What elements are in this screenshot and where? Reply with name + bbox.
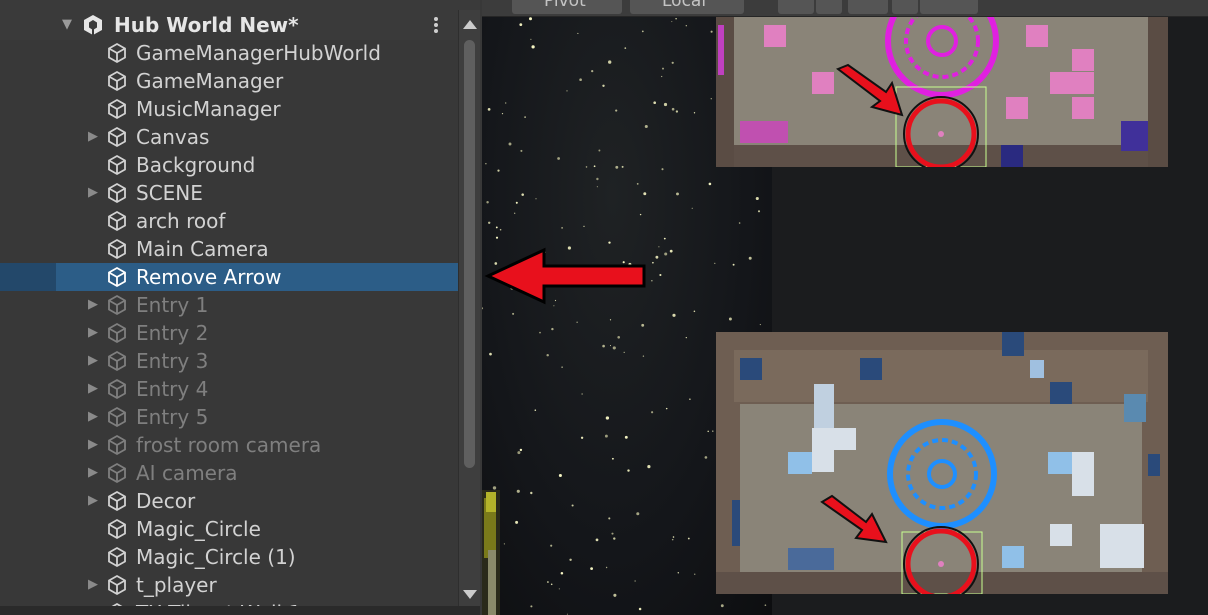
gameobject-cube-icon	[106, 434, 128, 456]
scroll-down-icon[interactable]	[463, 590, 477, 599]
expand-arrow-icon[interactable]: ▶	[86, 130, 100, 144]
snap-dropdown[interactable]	[816, 0, 842, 14]
expand-arrow-icon[interactable]: ▶	[86, 326, 100, 340]
pivot-dropdown[interactable]: Pivot	[512, 0, 622, 14]
tree-item-label: Entry 2	[136, 321, 209, 345]
unity-scene-icon	[84, 15, 102, 35]
magic-room-top	[716, 17, 1168, 167]
tree-item-label: Magic_Circle	[136, 517, 261, 541]
tree-item[interactable]: Main Camera	[0, 235, 458, 263]
scroll-up-icon[interactable]	[463, 20, 477, 29]
gameobject-cube-icon	[106, 490, 128, 512]
hierarchy-scrollbar[interactable]	[458, 10, 480, 606]
snap-grid-button[interactable]	[778, 0, 814, 14]
expand-arrow-icon[interactable]: ▶	[86, 466, 100, 480]
expand-arrow-icon[interactable]: ▼	[60, 18, 74, 32]
tree-item-label: MusicManager	[136, 97, 281, 121]
tree-item[interactable]: GameManager	[0, 67, 458, 95]
tree-item[interactable]: ▶ Entry 5	[0, 403, 458, 431]
expand-arrow-icon[interactable]: ▶	[86, 382, 100, 396]
foliage-sprite	[482, 490, 500, 615]
tree-item-label: Background	[136, 153, 256, 177]
tree-item[interactable]: MusicManager	[0, 95, 458, 123]
tree-item[interactable]: Background	[0, 151, 458, 179]
gameobject-cube-icon	[106, 322, 128, 344]
tree-item-label: GameManagerHubWorld	[136, 41, 381, 65]
tree-item-label: Entry 3	[136, 349, 209, 373]
scene-root-row[interactable]: ▼ Hub World New*	[0, 10, 458, 40]
expand-arrow-icon[interactable]: ▶	[86, 298, 100, 312]
tree-item[interactable]: arch roof	[0, 207, 458, 235]
gameobject-cube-icon	[106, 378, 128, 400]
tree-item-label: arch roof	[136, 209, 226, 233]
expand-arrow-icon[interactable]: ▶	[86, 186, 100, 200]
tree-item-label: Decor	[136, 489, 196, 513]
tree-item[interactable]: Magic_Circle	[0, 515, 458, 543]
remove-arrow-sprite	[484, 247, 646, 305]
gameobject-cube-icon	[106, 266, 128, 288]
tree-item-label: frost room camera	[136, 433, 322, 457]
gameobject-cube-icon	[106, 182, 128, 204]
local-label: Local	[662, 0, 707, 11]
expand-arrow-icon[interactable]: ▶	[86, 410, 100, 424]
tree-item-label: Entry 5	[136, 405, 209, 429]
scene-toolbar: Pivot Local	[482, 0, 1208, 17]
expand-arrow-icon[interactable]: ▶	[86, 578, 100, 592]
tree-item-label: GameManager	[136, 69, 284, 93]
tree-item[interactable]: Magic_Circle (1)	[0, 543, 458, 571]
tree-item[interactable]: ▶ Entry 2	[0, 319, 458, 347]
gameobject-cube-icon	[106, 574, 128, 596]
gameobject-cube-icon	[106, 126, 128, 148]
gameobject-cube-icon	[106, 462, 128, 484]
increment-snap-button[interactable]	[848, 0, 888, 14]
tree-item-label: Magic_Circle (1)	[136, 545, 296, 569]
gameobject-cube-icon	[106, 98, 128, 120]
tree-item[interactable]: ▶ Canvas	[0, 123, 458, 151]
scroll-thumb[interactable]	[464, 40, 475, 468]
tree-item-label: Entry 1	[136, 293, 209, 317]
tree-item-label: Entry 4	[136, 377, 209, 401]
gameobject-cube-icon	[106, 294, 128, 316]
local-dropdown[interactable]: Local	[630, 0, 744, 14]
grid-visual-button[interactable]	[920, 0, 978, 14]
expand-arrow-icon[interactable]: ▶	[86, 354, 100, 368]
gameobject-cube-icon	[106, 238, 128, 260]
tree-item-label: SCENE	[136, 181, 203, 205]
selection-gutter	[0, 263, 56, 291]
gameobject-cube-icon	[106, 518, 128, 540]
tree-item-label: Canvas	[136, 125, 210, 149]
tree-item[interactable]: ▶ Entry 1	[0, 291, 458, 319]
increment-dropdown[interactable]	[892, 0, 918, 14]
pivot-label: Pivot	[544, 0, 586, 11]
expand-arrow-icon[interactable]: ▶	[86, 438, 100, 452]
tree-item-label: AI camera	[136, 461, 238, 485]
scene-name: Hub World New*	[114, 13, 299, 37]
tree-item[interactable]: ▶ Entry 3	[0, 347, 458, 375]
gameobject-cube-icon	[106, 350, 128, 372]
tree-item[interactable]: Remove Arrow	[0, 263, 458, 291]
gameobject-cube-icon	[106, 546, 128, 568]
tree-item-label: t_player	[136, 573, 217, 597]
tree-item-label: Remove Arrow	[136, 265, 282, 289]
gameobject-cube-icon	[106, 406, 128, 428]
expand-arrow-icon[interactable]: ▶	[86, 494, 100, 508]
tree-item-label: Main Camera	[136, 237, 269, 261]
frost-room-bottom	[716, 332, 1168, 594]
more-options-icon[interactable]	[430, 15, 442, 37]
tree-item[interactable]: ▶ t_player	[0, 571, 458, 599]
tree-item[interactable]: ▶ Entry 4	[0, 375, 458, 403]
hierarchy-footer	[0, 606, 480, 615]
gameobject-cube-icon	[106, 70, 128, 92]
tree-item[interactable]: ▶ frost room camera	[0, 431, 458, 459]
gameobject-cube-icon	[106, 42, 128, 64]
tree-item[interactable]: GameManagerHubWorld	[0, 39, 458, 67]
scene-view[interactable]: Pivot Local	[482, 0, 1208, 615]
gameobject-cube-icon	[106, 154, 128, 176]
hierarchy-panel: ▼ Hub World New* GameManagerHubWorld Game…	[0, 0, 480, 615]
tree-item[interactable]: ▶ Decor	[0, 487, 458, 515]
tree-item[interactable]: ▶ AI camera	[0, 459, 458, 487]
tree-item[interactable]: ▶ SCENE	[0, 179, 458, 207]
gameobject-cube-icon	[106, 210, 128, 232]
